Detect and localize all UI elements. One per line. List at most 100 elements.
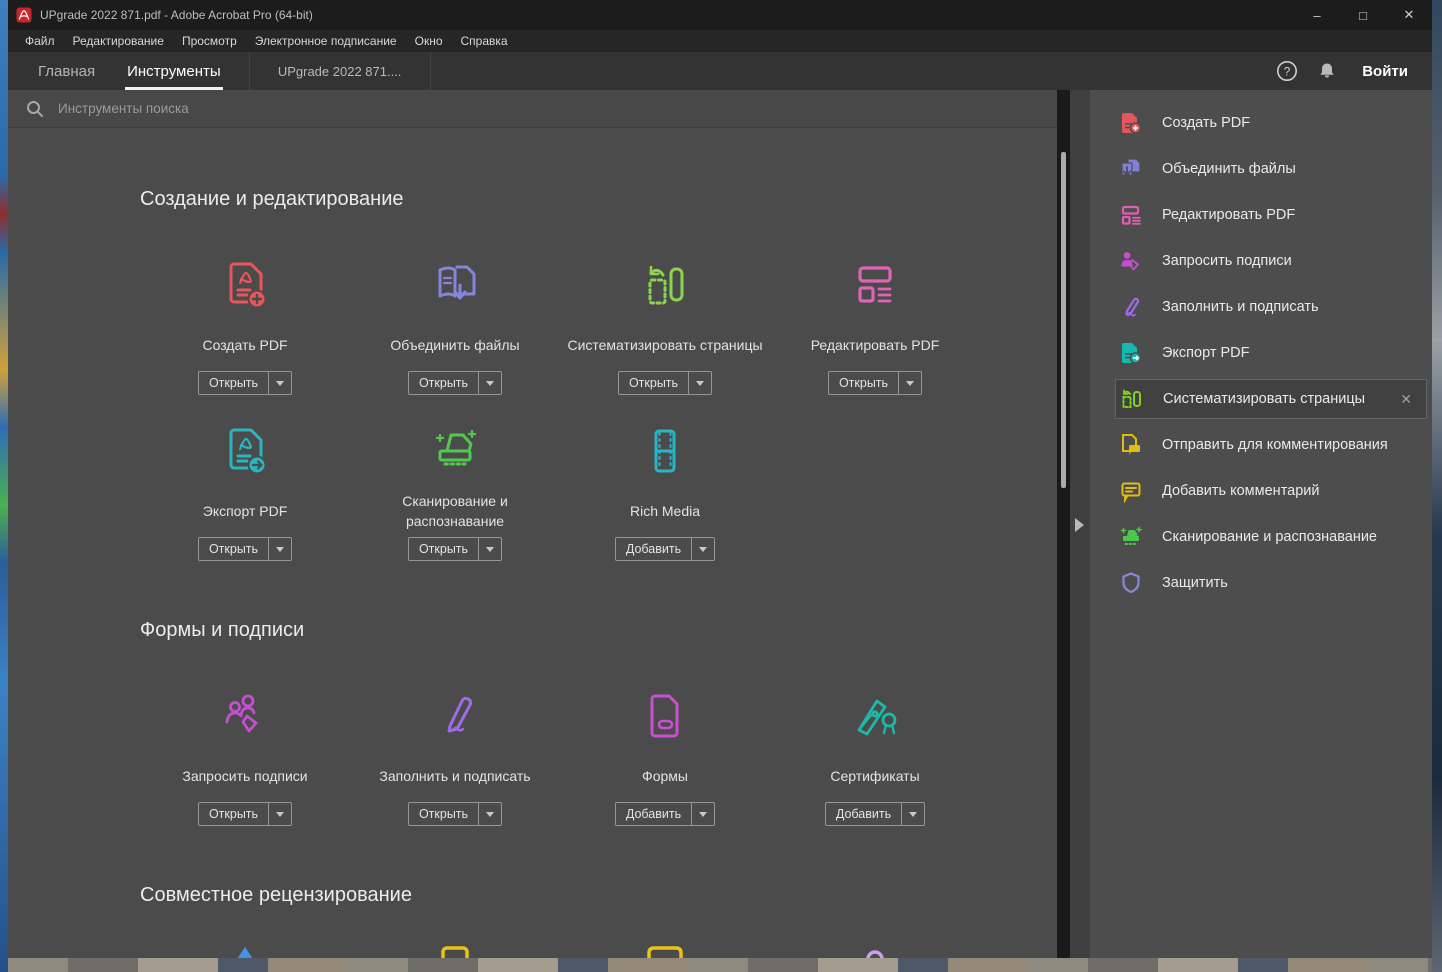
- rich-media-icon: [637, 423, 693, 479]
- dropdown-caret-icon[interactable]: [479, 538, 501, 560]
- search-input[interactable]: [58, 101, 1057, 116]
- organize-pages-icon: [637, 257, 693, 313]
- section-title: Формы и подписи: [140, 619, 1057, 642]
- sidebar-item-protect[interactable]: Защитить: [1090, 560, 1432, 606]
- menu-file[interactable]: Файл: [16, 30, 64, 52]
- scrollbar-thumb[interactable]: [1061, 152, 1066, 488]
- export-pdf-icon: [1118, 341, 1144, 365]
- help-icon[interactable]: ?: [1274, 58, 1300, 84]
- dropdown-caret-icon[interactable]: [269, 803, 291, 825]
- create-pdf-icon: [1118, 111, 1144, 135]
- menu-view[interactable]: Просмотр: [173, 30, 246, 52]
- menu-edit[interactable]: Редактирование: [64, 30, 173, 52]
- tool-card-edit-pdf[interactable]: Редактировать PDF Открыть: [770, 257, 980, 395]
- dropdown-caret-icon[interactable]: [689, 372, 711, 394]
- tool-card-combine-files[interactable]: Объединить файлы Открыть: [350, 257, 560, 395]
- sidebar-item-send-for-comments[interactable]: Отправить для комментирования: [1090, 422, 1432, 468]
- sidebar-item-fill-sign[interactable]: Заполнить и подписать: [1090, 284, 1432, 330]
- add-button[interactable]: Добавить: [615, 537, 715, 561]
- dropdown-caret-icon[interactable]: [899, 372, 921, 394]
- notifications-bell-icon[interactable]: [1314, 58, 1340, 84]
- tool-card-fill-sign[interactable]: Заполнить и подписать Открыть: [350, 688, 560, 826]
- partial-tool-icon-comments: [560, 945, 770, 958]
- dropdown-caret-icon[interactable]: [692, 538, 714, 560]
- dropdown-caret-icon[interactable]: [479, 372, 501, 394]
- tool-label: Rich Media: [565, 491, 765, 531]
- tools-scroll-content: Создание и редактирование: [8, 128, 1057, 958]
- search-bar: [8, 90, 1057, 128]
- svg-text:?: ?: [1284, 64, 1291, 78]
- open-button[interactable]: Открыть: [828, 371, 922, 395]
- sidebar-item-edit-pdf[interactable]: Редактировать PDF: [1090, 192, 1432, 238]
- open-button[interactable]: Открыть: [408, 802, 502, 826]
- combine-files-icon: [1118, 157, 1144, 181]
- certificates-icon: [847, 688, 903, 744]
- protect-shield-icon: [1118, 571, 1144, 595]
- desktop-edge-bottom: [8, 958, 1432, 972]
- tool-card-scan-ocr[interactable]: Сканирование и распознавание Открыть: [350, 423, 560, 561]
- sidebar-item-create-pdf[interactable]: Создать PDF: [1090, 100, 1432, 146]
- tool-card-rich-media[interactable]: Rich Media Добавить: [560, 423, 770, 561]
- partial-tool-icon-send-comments: [350, 945, 560, 958]
- sidebar-item-request-signatures[interactable]: Запросить подписи: [1090, 238, 1432, 284]
- scan-ocr-icon: [1118, 525, 1144, 549]
- dropdown-caret-icon[interactable]: [479, 803, 501, 825]
- tool-card-organize-pages[interactable]: Систематизировать страницы Открыть: [560, 257, 770, 395]
- partial-tool-icon-stamp: [770, 945, 980, 958]
- tool-label: Формы: [565, 756, 765, 796]
- dropdown-caret-icon[interactable]: [269, 372, 291, 394]
- tool-card-export-pdf[interactable]: Экспорт PDF Открыть: [140, 423, 350, 561]
- scan-ocr-icon: [427, 423, 483, 479]
- menu-esign[interactable]: Электронное подписание: [246, 30, 406, 52]
- open-button[interactable]: Открыть: [198, 802, 292, 826]
- close-button[interactable]: ✕: [1386, 0, 1432, 30]
- sidebar-item-scan-ocr[interactable]: Сканирование и распознавание: [1090, 514, 1432, 560]
- sidebar-item-export-pdf[interactable]: Экспорт PDF: [1090, 330, 1432, 376]
- window-title: UPgrade 2022 871.pdf - Adobe Acrobat Pro…: [40, 8, 313, 22]
- tab-tools[interactable]: Инструменты: [125, 52, 223, 90]
- tool-card-forms[interactable]: Формы Добавить: [560, 688, 770, 826]
- tool-label: Экспорт PDF: [145, 491, 345, 531]
- vertical-scrollbar[interactable]: [1057, 90, 1070, 958]
- tool-row: Создать PDF Открыть: [140, 257, 1057, 395]
- tool-card-create-pdf[interactable]: Создать PDF Открыть: [140, 257, 350, 395]
- dropdown-caret-icon[interactable]: [692, 803, 714, 825]
- menu-window[interactable]: Окно: [406, 30, 452, 52]
- section-title: Совместное рецензирование: [140, 884, 1057, 907]
- title-bar: UPgrade 2022 871.pdf - Adobe Acrobat Pro…: [8, 0, 1432, 30]
- menu-help[interactable]: Справка: [452, 30, 517, 52]
- tool-label: Редактировать PDF: [775, 325, 975, 365]
- minimize-button[interactable]: –: [1294, 0, 1340, 30]
- tab-document[interactable]: UPgrade 2022 871....: [249, 52, 431, 90]
- sign-in-button[interactable]: Войти: [1362, 63, 1408, 80]
- tab-home[interactable]: Главная: [36, 52, 97, 90]
- dropdown-caret-icon[interactable]: [269, 538, 291, 560]
- maximize-button[interactable]: □: [1340, 0, 1386, 30]
- fill-sign-icon: [427, 688, 483, 744]
- tool-row: Экспорт PDF Открыть: [140, 423, 1057, 561]
- open-button[interactable]: Открыть: [198, 371, 292, 395]
- tool-card-request-signatures[interactable]: Запросить подписи Открыть: [140, 688, 350, 826]
- sidebar-item-organize-pages[interactable]: Систематизировать страницы ✕: [1115, 379, 1427, 419]
- combine-files-icon: [427, 257, 483, 313]
- tool-card-certificates[interactable]: Сертификаты Добавить: [770, 688, 980, 826]
- forms-icon: [637, 688, 693, 744]
- close-tool-icon[interactable]: ✕: [1400, 391, 1412, 408]
- dropdown-caret-icon[interactable]: [902, 803, 924, 825]
- tool-label: Запросить подписи: [145, 756, 345, 796]
- tool-row-partial: [140, 945, 1057, 958]
- open-button[interactable]: Открыть: [618, 371, 712, 395]
- desktop-edge-left: [0, 0, 8, 972]
- open-button[interactable]: Открыть: [198, 537, 292, 561]
- collapse-arrow-icon[interactable]: [1075, 518, 1084, 532]
- request-signatures-icon: [217, 688, 273, 744]
- edit-pdf-icon: [847, 257, 903, 313]
- sidebar-item-combine-files[interactable]: Объединить файлы: [1090, 146, 1432, 192]
- sidebar-item-add-comment[interactable]: Добавить комментарий: [1090, 468, 1432, 514]
- sidebar-collapse-strip[interactable]: [1070, 90, 1090, 958]
- partial-tool-icon-share: [140, 945, 350, 958]
- add-button[interactable]: Добавить: [615, 802, 715, 826]
- open-button[interactable]: Открыть: [408, 537, 502, 561]
- open-button[interactable]: Открыть: [408, 371, 502, 395]
- add-button[interactable]: Добавить: [825, 802, 925, 826]
